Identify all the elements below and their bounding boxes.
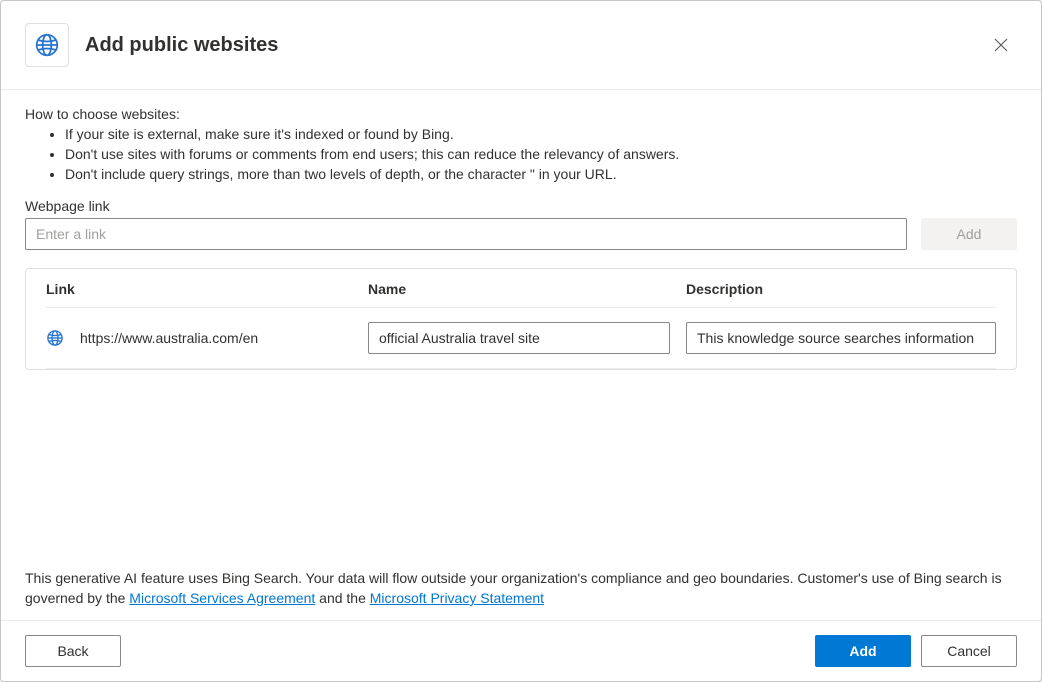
webpage-link-input[interactable] [25, 218, 907, 250]
instructions-title: How to choose websites: [25, 106, 1017, 122]
row-name-input[interactable] [368, 322, 670, 354]
add-link-button[interactable]: Add [921, 218, 1017, 250]
webpage-link-row: Add [25, 218, 1017, 250]
add-public-websites-dialog: Add public websites How to choose websit… [0, 0, 1042, 682]
close-icon [994, 38, 1008, 52]
column-header-description: Description [686, 281, 996, 297]
footer-right-group: Add Cancel [815, 635, 1017, 667]
privacy-statement-link[interactable]: Microsoft Privacy Statement [370, 590, 544, 606]
add-button[interactable]: Add [815, 635, 911, 667]
instructions-list: If your site is external, make sure it's… [25, 124, 1017, 184]
notice-text-mid: and the [315, 590, 370, 606]
row-link-text: https://www.australia.com/en [80, 330, 258, 346]
instruction-item: Don't include query strings, more than t… [65, 164, 1017, 184]
instruction-item: If your site is external, make sure it's… [65, 124, 1017, 144]
dialog-header: Add public websites [1, 1, 1041, 90]
body-spacer [25, 370, 1017, 558]
webpage-link-label: Webpage link [25, 198, 1017, 214]
close-button[interactable] [985, 29, 1017, 61]
dialog-footer: Back Add Cancel [1, 620, 1041, 681]
header-icon-container [25, 23, 69, 67]
globe-icon [46, 329, 64, 347]
websites-table: Link Name Description https://www.austra… [25, 268, 1017, 370]
back-button[interactable]: Back [25, 635, 121, 667]
dialog-title: Add public websites [85, 34, 985, 57]
cancel-button[interactable]: Cancel [921, 635, 1017, 667]
globe-icon [34, 32, 60, 58]
instruction-item: Don't use sites with forums or comments … [65, 144, 1017, 164]
cell-name [368, 322, 686, 354]
dialog-body: How to choose websites: If your site is … [1, 90, 1041, 620]
column-header-name: Name [368, 281, 686, 297]
services-agreement-link[interactable]: Microsoft Services Agreement [129, 590, 315, 606]
table-row: https://www.australia.com/en [46, 308, 996, 369]
bing-notice: This generative AI feature uses Bing Sea… [25, 568, 1017, 608]
table-header-row: Link Name Description [46, 269, 996, 308]
cell-link: https://www.australia.com/en [46, 329, 368, 347]
cell-description [686, 322, 996, 354]
row-description-input[interactable] [686, 322, 996, 354]
column-header-link: Link [46, 281, 368, 297]
